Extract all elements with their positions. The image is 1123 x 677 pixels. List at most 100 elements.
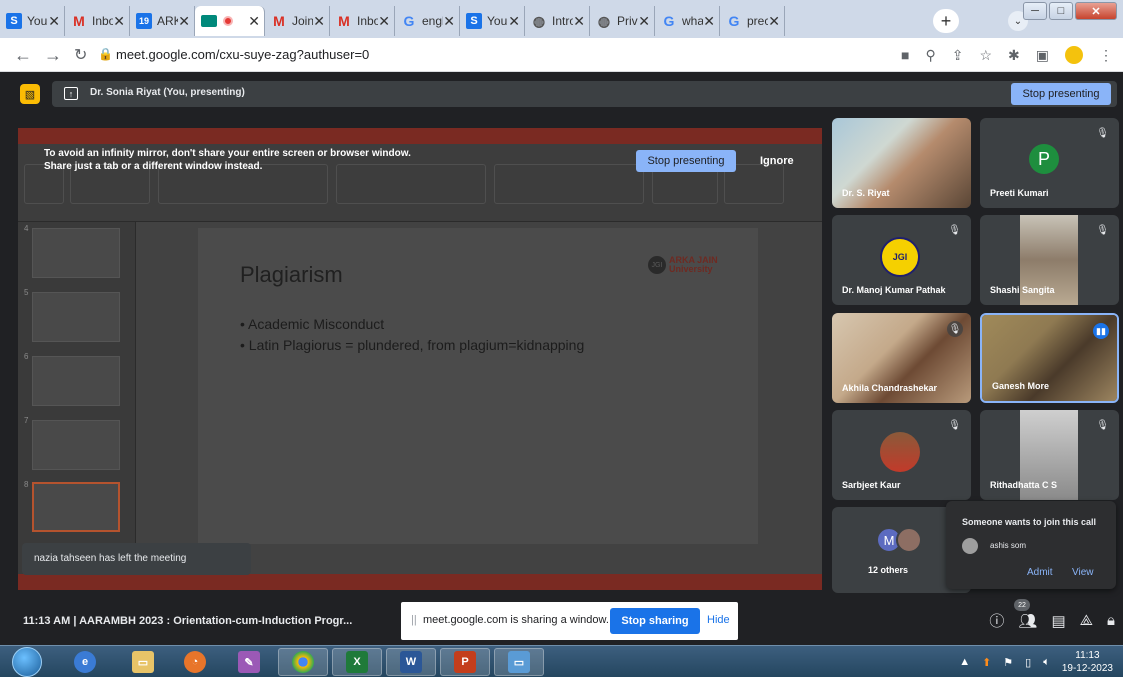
mic-off-icon: 🎙︎ — [948, 225, 961, 236]
tab[interactable]: M Join ✕ — [265, 6, 330, 36]
speaking-indicator-icon: ▮▮ — [1093, 323, 1109, 339]
bookmark-star-icon[interactable]: ☆ — [979, 47, 992, 64]
maximize-button[interactable]: □ — [1049, 2, 1073, 20]
url-field[interactable]: meet.google.com/cxu-suye-zag?authuser=0 — [116, 47, 369, 62]
view-button[interactable]: View — [1072, 567, 1094, 578]
menu-icon[interactable]: ⋮ — [1099, 47, 1113, 64]
clock-time: 11:13 — [1075, 650, 1100, 661]
address-bar: ← → ↻ 🔒 meet.google.com/cxu-suye-zag?aut… — [0, 38, 1123, 72]
close-icon[interactable]: ✕ — [508, 13, 520, 30]
close-icon[interactable]: ✕ — [313, 13, 325, 30]
participant-tile[interactable]: 🎙︎ JGI Dr. Manoj Kumar Pathak — [832, 215, 971, 305]
participant-tile[interactable]: 🎙︎ P Preeti Kumari — [980, 118, 1119, 208]
warning-stop-presenting-button[interactable]: Stop presenting — [636, 150, 736, 172]
drag-handle-icon[interactable]: || — [411, 614, 417, 626]
chat-icon[interactable]: ▤ — [1051, 612, 1065, 630]
taskbar-explorer[interactable]: ▭ — [118, 648, 168, 676]
slide-thumbnail[interactable] — [32, 420, 120, 470]
participant-tile[interactable]: 🎙︎ Shashi Sangita — [980, 215, 1119, 305]
reload-icon[interactable]: ↻ — [74, 45, 87, 65]
close-icon[interactable]: ✕ — [573, 13, 585, 30]
tab[interactable]: ◍ Intro ✕ — [525, 6, 590, 36]
participant-tile[interactable]: Dr. S. Riyat — [832, 118, 971, 208]
share-icon[interactable]: ⇪ — [952, 47, 964, 64]
profile-avatar[interactable] — [1065, 46, 1083, 64]
activities-icon[interactable]: ⟁ — [1080, 612, 1093, 629]
taskbar-chrome[interactable] — [278, 648, 328, 676]
globe-icon: ◍ — [532, 12, 546, 29]
tab[interactable]: S You ✕ — [0, 6, 65, 36]
meeting-info: 11:13 AM | AARAMBH 2023 : Orientation-cu… — [23, 615, 353, 627]
participant-tile[interactable]: 🎙︎ Akhila Chandrashekar — [832, 313, 971, 403]
new-tab-button[interactable]: + — [933, 9, 959, 33]
clock[interactable]: 11:13 19-12-2023 — [1062, 649, 1113, 675]
start-button[interactable] — [12, 647, 42, 677]
bottom-actions: ⓘ 👥︎ ▤ ⟁ 🔒︎ — [989, 610, 1115, 631]
powerpoint-icon: P — [454, 651, 476, 673]
tray-expand-icon[interactable]: ▲ — [959, 656, 970, 668]
minimize-button[interactable]: ─ — [1023, 2, 1047, 20]
close-icon[interactable]: ✕ — [113, 13, 125, 30]
close-icon[interactable]: ✕ — [378, 13, 390, 30]
taskbar-firefox[interactable]: ◔ — [170, 648, 220, 676]
window-close-button[interactable]: ✕ — [1075, 2, 1117, 20]
participant-name: Sarbjeet Kaur — [842, 480, 901, 490]
tab[interactable]: M Inbo ✕ — [330, 6, 395, 36]
tab[interactable]: Gengl ✕ — [395, 6, 460, 36]
slide-thumbnail[interactable] — [32, 292, 120, 342]
flag-icon[interactable]: ⚑ — [1003, 656, 1013, 669]
forward-icon[interactable]: → — [44, 45, 62, 66]
others-label: 12 others — [868, 565, 909, 575]
back-icon[interactable]: ← — [14, 45, 32, 66]
tab[interactable]: M Inbo ✕ — [65, 6, 130, 36]
close-icon[interactable]: ✕ — [443, 13, 455, 30]
close-icon[interactable]: ✕ — [638, 13, 650, 30]
stop-presenting-button[interactable]: Stop presenting — [1011, 83, 1111, 105]
slide-thumbnail-selected[interactable] — [32, 482, 120, 532]
hide-button[interactable]: Hide — [707, 614, 730, 626]
taskbar-excel[interactable]: X — [332, 648, 382, 676]
tab[interactable]: ◍ Priva✕ — [590, 6, 655, 36]
close-icon[interactable]: ✕ — [768, 13, 780, 30]
presenting-bar: ▧ ↑ Dr. Sonia Riyat (You, presenting) St… — [0, 72, 1123, 118]
close-icon[interactable]: ✕ — [178, 13, 190, 30]
firefox-icon: ◔ — [184, 651, 206, 673]
participant-tile-speaking[interactable]: ▮▮ Ganesh More — [980, 313, 1119, 403]
update-icon[interactable]: ⬆ — [982, 656, 991, 669]
network-icon[interactable]: ▯ — [1025, 656, 1031, 669]
stop-sharing-button[interactable]: Stop sharing — [610, 608, 700, 634]
lock-icon[interactable]: 🔒 — [98, 47, 113, 61]
taskbar-app[interactable]: ✎ — [224, 648, 274, 676]
volume-icon[interactable]: 🔈︎ — [1043, 656, 1050, 669]
taskbar-powerpoint[interactable]: P — [440, 648, 490, 676]
recording-icon — [223, 16, 233, 26]
tab[interactable]: Gwha ✕ — [655, 6, 720, 36]
university-logo: JGI ARKA JAIN University — [648, 256, 718, 274]
participant-tile[interactable]: 🎙︎ Sarbjeet Kaur — [832, 410, 971, 500]
participant-tile[interactable]: 🎙︎ Rithadhatta C S — [980, 410, 1119, 500]
taskbar-app[interactable]: ▭ — [494, 648, 544, 676]
sidepanel-icon[interactable]: ▣ — [1036, 47, 1049, 64]
host-controls-icon[interactable]: 🔒︎ — [1107, 612, 1115, 629]
tab-active-meet[interactable]: ✕ — [195, 6, 265, 36]
tab[interactable]: S You ✕ — [460, 6, 525, 36]
info-icon[interactable]: ⓘ — [989, 610, 1004, 631]
camera-icon[interactable]: ■ — [901, 47, 909, 63]
close-icon[interactable]: ✕ — [248, 13, 260, 30]
slide-bullet: • Academic Misconduct — [240, 316, 385, 332]
close-icon[interactable]: ✕ — [48, 13, 60, 30]
taskbar-ie[interactable]: e — [60, 648, 110, 676]
people-icon[interactable]: 👥︎ — [1018, 612, 1037, 630]
slide-bullets: • Academic Misconduct • Latin Plagiorus … — [240, 314, 584, 356]
tab[interactable]: Gprec ✕ — [720, 6, 785, 36]
close-icon[interactable]: ✕ — [703, 13, 715, 30]
tab[interactable]: 19 ARK ✕ — [130, 6, 195, 36]
slide-thumbnail[interactable] — [32, 228, 120, 278]
admit-button[interactable]: Admit — [1027, 567, 1053, 578]
slide-thumbnail[interactable] — [32, 356, 120, 406]
tab-title: prec — [747, 14, 769, 28]
extensions-icon[interactable]: ✱ — [1008, 47, 1020, 64]
warning-ignore-button[interactable]: Ignore — [760, 155, 794, 167]
zoom-icon[interactable]: ⚲ — [925, 47, 935, 64]
taskbar-word[interactable]: W — [386, 648, 436, 676]
